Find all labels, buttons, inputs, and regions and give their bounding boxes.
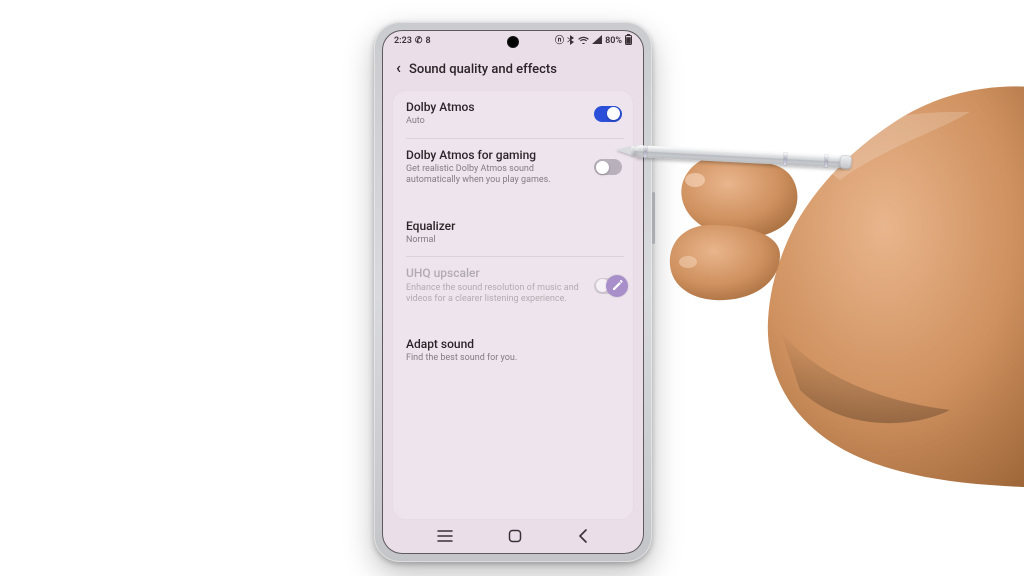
row-equalizer[interactable]: Equalizer Normal [392, 209, 634, 257]
row-subtitle: Auto [406, 116, 582, 127]
nav-back-button[interactable] [577, 529, 589, 547]
row-subtitle: Get realistic Dolby Atmos sound automati… [406, 164, 582, 187]
hand-holding-stylus [640, 30, 1024, 550]
row-adapt-sound[interactable]: Adapt sound Find the best sound for you. [392, 327, 634, 375]
row-title: Adapt sound [406, 337, 582, 351]
nfc-icon: ⓝ [555, 37, 564, 46]
toggle-dolby-atmos-gaming[interactable] [594, 159, 622, 175]
row-subtitle: Enhance the sound resolution of music an… [406, 283, 582, 306]
row-dolby-atmos[interactable]: Dolby Atmos Auto [392, 90, 634, 138]
toggle-dolby-atmos[interactable] [594, 106, 622, 122]
row-title: Dolby Atmos [406, 100, 582, 114]
navigation-bar [382, 522, 644, 554]
home-button[interactable] [508, 529, 522, 547]
edit-icon[interactable] [606, 275, 628, 297]
bluetooth-icon [567, 35, 575, 48]
row-subtitle: Find the best sound for you. [406, 353, 582, 364]
battery-icon [625, 34, 632, 48]
row-title: Dolby Atmos for gaming [406, 148, 582, 162]
back-button[interactable]: ‹ [396, 60, 401, 76]
title-bar: ‹ Sound quality and effects [382, 52, 644, 86]
page-title: Sound quality and effects [409, 62, 557, 77]
power-button [652, 192, 655, 244]
phone-screen: 2:23 ✆ 8 ⓝ 80% [382, 30, 644, 554]
camera-hole [507, 36, 519, 48]
settings-list: Dolby Atmos Auto Dolby Atmos for gaming … [392, 90, 634, 520]
wifi-icon [578, 35, 589, 47]
status-right: ⓝ 80% [555, 34, 632, 48]
recents-button[interactable] [437, 530, 453, 546]
battery-percentage: 80% [605, 36, 622, 46]
row-title: Equalizer [406, 219, 582, 233]
row-uhq-upscaler: UHQ upscaler Enhance the sound resolutio… [392, 256, 634, 315]
phone-device: 2:23 ✆ 8 ⓝ 80% [374, 22, 652, 562]
row-dolby-atmos-gaming[interactable]: Dolby Atmos for gaming Get realistic Dol… [392, 138, 634, 197]
phone-icon: ✆ [415, 37, 423, 46]
notification-count: 8 [425, 36, 430, 46]
row-title: UHQ upscaler [406, 266, 582, 280]
status-left: 2:23 ✆ 8 [394, 36, 431, 46]
signal-icon [592, 35, 602, 47]
status-clock: 2:23 [394, 36, 412, 46]
row-subtitle: Normal [406, 235, 582, 246]
